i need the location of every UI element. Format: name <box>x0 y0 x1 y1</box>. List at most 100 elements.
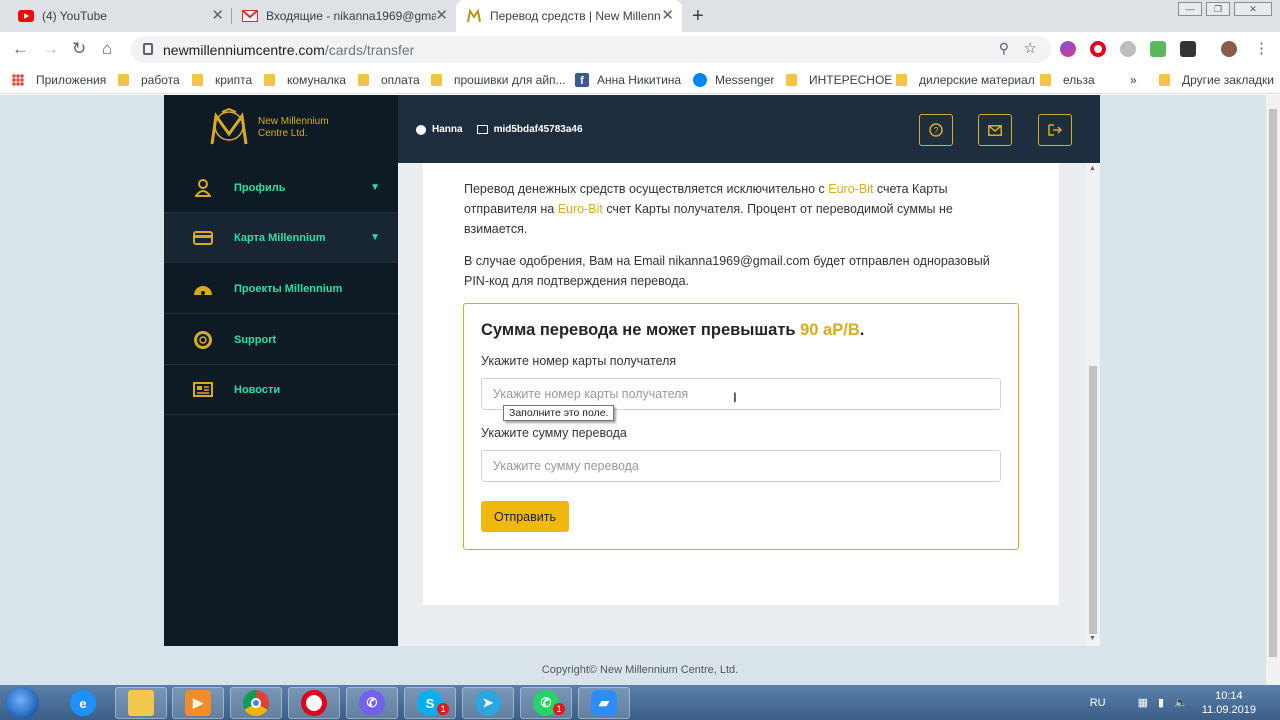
bookmark-label: ИНТЕРЕСНОЕ <box>809 73 893 87</box>
facebook-icon: f <box>575 73 589 87</box>
tab-strip: (4) YouTube ✕ Входящие - nikanna1969@gma… <box>0 0 1280 32</box>
volume-icon[interactable]: 🔈 <box>1174 696 1188 709</box>
extension-icon[interactable] <box>1180 41 1196 57</box>
folder-icon <box>1040 74 1051 86</box>
folder-icon <box>786 74 797 86</box>
bookmark-item[interactable]: Messenger <box>693 73 774 87</box>
close-icon[interactable]: ✕ <box>661 8 674 24</box>
bookmark-item[interactable]: Приложения <box>12 73 106 87</box>
transfer-limit: 90 aP/B <box>800 321 860 339</box>
more-bookmarks-button[interactable]: » <box>1130 73 1137 87</box>
bookmark-item[interactable]: работа <box>118 73 180 87</box>
bookmark-item[interactable]: дилерские материал <box>896 73 1035 87</box>
youtube-icon <box>18 8 34 24</box>
page-scrollbar[interactable] <box>1266 95 1280 685</box>
gmail-icon <box>242 8 258 24</box>
scroll-down-icon[interactable]: ▼ <box>1089 635 1096 642</box>
messages-button[interactable] <box>978 114 1012 146</box>
tab-transfer[interactable]: Перевод средств | New Millenniu ✕ <box>456 0 682 32</box>
skype-icon[interactable]: S1 <box>404 687 456 719</box>
help-button[interactable]: ? <box>919 114 953 146</box>
bookmark-item[interactable]: прошивки для айп... <box>431 73 566 87</box>
opera-icon[interactable] <box>288 687 340 719</box>
logo[interactable]: New Millennium Centre Ltd. <box>208 108 329 148</box>
bookmark-label: Анна Никитина <box>597 73 682 87</box>
network-icon[interactable]: ▦ <box>1138 696 1148 709</box>
viber-icon[interactable]: ✆ <box>346 687 398 719</box>
start-button[interactable] <box>5 687 39 719</box>
bookmark-item[interactable]: крипта <box>192 73 252 87</box>
inner-scrollbar[interactable]: ▲ ▼ <box>1086 163 1100 646</box>
maximize-button[interactable]: ❐ <box>1206 2 1230 16</box>
whatsapp-icon[interactable]: ✆ 1 <box>520 687 572 719</box>
apps-icon <box>12 74 24 86</box>
bookmark-item[interactable]: ИНТЕРЕСНОЕ <box>786 73 892 87</box>
new-tab-button[interactable]: + <box>692 5 704 28</box>
media-player-icon[interactable]: ▶ <box>172 687 224 719</box>
zoom-icon[interactable]: ▰ <box>578 687 630 719</box>
folder-icon <box>896 74 907 86</box>
dashboard-icon <box>193 279 213 299</box>
bookmark-item[interactable]: ельза <box>1040 73 1095 87</box>
shield-extension-icon[interactable] <box>1150 41 1166 57</box>
zoom-search-icon[interactable]: ⚲ <box>999 40 1009 57</box>
scroll-thumb[interactable] <box>1089 366 1097 634</box>
amount-input[interactable]: Укажите сумму перевода <box>481 450 1001 482</box>
internet-explorer-icon[interactable]: e <box>57 687 109 719</box>
bookmark-label: Приложения <box>36 73 107 87</box>
logout-button[interactable] <box>1038 114 1072 146</box>
sidebar-item-profile[interactable]: Профиль ▼ <box>164 163 398 213</box>
scroll-thumb[interactable] <box>1269 109 1277 657</box>
messenger-icon <box>693 73 707 87</box>
bookmark-label: прошивки для айп... <box>454 73 566 87</box>
sidebar-item-label: Проекты Millennium <box>234 282 343 295</box>
tab-title: Перевод средств | New Millenniu <box>490 9 660 23</box>
extension-icon[interactable] <box>1120 41 1136 57</box>
chrome-icon[interactable] <box>230 687 282 719</box>
page-viewport: New Millennium Centre Ltd. Профиль ▼ Кар… <box>0 95 1280 685</box>
reload-button[interactable]: ↻ <box>72 39 86 59</box>
bookmark-item[interactable]: оплата <box>358 73 420 87</box>
bookmarks-bar: Приложения работа крипта комуналка оплат… <box>0 66 1280 94</box>
extension-icon[interactable] <box>1060 41 1076 57</box>
folder-icon <box>1159 74 1170 86</box>
sidebar-item-news[interactable]: Новости <box>164 365 398 415</box>
forward-button[interactable]: → <box>42 39 59 59</box>
logo-line-2: Centre Ltd. <box>258 128 308 139</box>
form-title-text: . <box>859 321 865 339</box>
sidebar-item-label: Support <box>234 333 277 346</box>
minimize-button[interactable]: — <box>1178 2 1202 16</box>
bookmark-label: крипта <box>215 73 253 87</box>
submit-button[interactable]: Отправить <box>481 501 569 532</box>
bookmark-item[interactable]: f Анна Никитина <box>575 73 681 87</box>
sidebar-item-support[interactable]: Support <box>164 315 398 365</box>
bookmark-item[interactable]: Другие закладки <box>1159 73 1274 87</box>
validation-tooltip: Заполните это поле. <box>503 405 615 421</box>
clock[interactable]: 10:14 11.09.2019 <box>1202 689 1256 717</box>
address-bar[interactable]: newmillenniumcentre.com/cards/transfer ⚲… <box>131 36 1051 63</box>
language-indicator[interactable]: RU <box>1090 697 1106 709</box>
close-window-button[interactable]: ✕ <box>1234 2 1272 16</box>
user-name: Hanna <box>432 124 463 135</box>
back-button[interactable]: ← <box>12 39 29 59</box>
chevron-down-icon: ▼ <box>370 232 380 243</box>
sidebar-item-card[interactable]: Карта Millennium ▼ <box>164 213 398 263</box>
scroll-up-icon[interactable]: ▲ <box>1089 165 1096 172</box>
millennium-logo-icon <box>210 108 248 145</box>
close-icon[interactable]: ✕ <box>211 8 224 24</box>
close-icon[interactable]: ✕ <box>435 8 448 24</box>
bookmark-item[interactable]: комуналка <box>264 73 346 87</box>
bookmark-star-icon[interactable]: ☆ <box>1024 39 1037 57</box>
opera-extension-icon[interactable] <box>1090 41 1106 57</box>
file-explorer-icon[interactable] <box>115 687 167 719</box>
avatar[interactable] <box>1221 41 1237 57</box>
tab-youtube[interactable]: (4) YouTube ✕ <box>8 0 232 32</box>
menu-icon[interactable]: ⋮ <box>1254 39 1269 57</box>
signal-icon[interactable]: ▮ <box>1158 696 1164 709</box>
tab-gmail[interactable]: Входящие - nikanna1969@gmail ✕ <box>232 0 456 32</box>
card-icon <box>193 228 213 248</box>
sidebar-item-projects[interactable]: Проекты Millennium <box>164 264 398 314</box>
telegram-icon[interactable]: ➤ <box>462 687 514 719</box>
home-icon[interactable]: ⌂ <box>102 39 112 59</box>
logout-icon <box>1048 124 1062 136</box>
